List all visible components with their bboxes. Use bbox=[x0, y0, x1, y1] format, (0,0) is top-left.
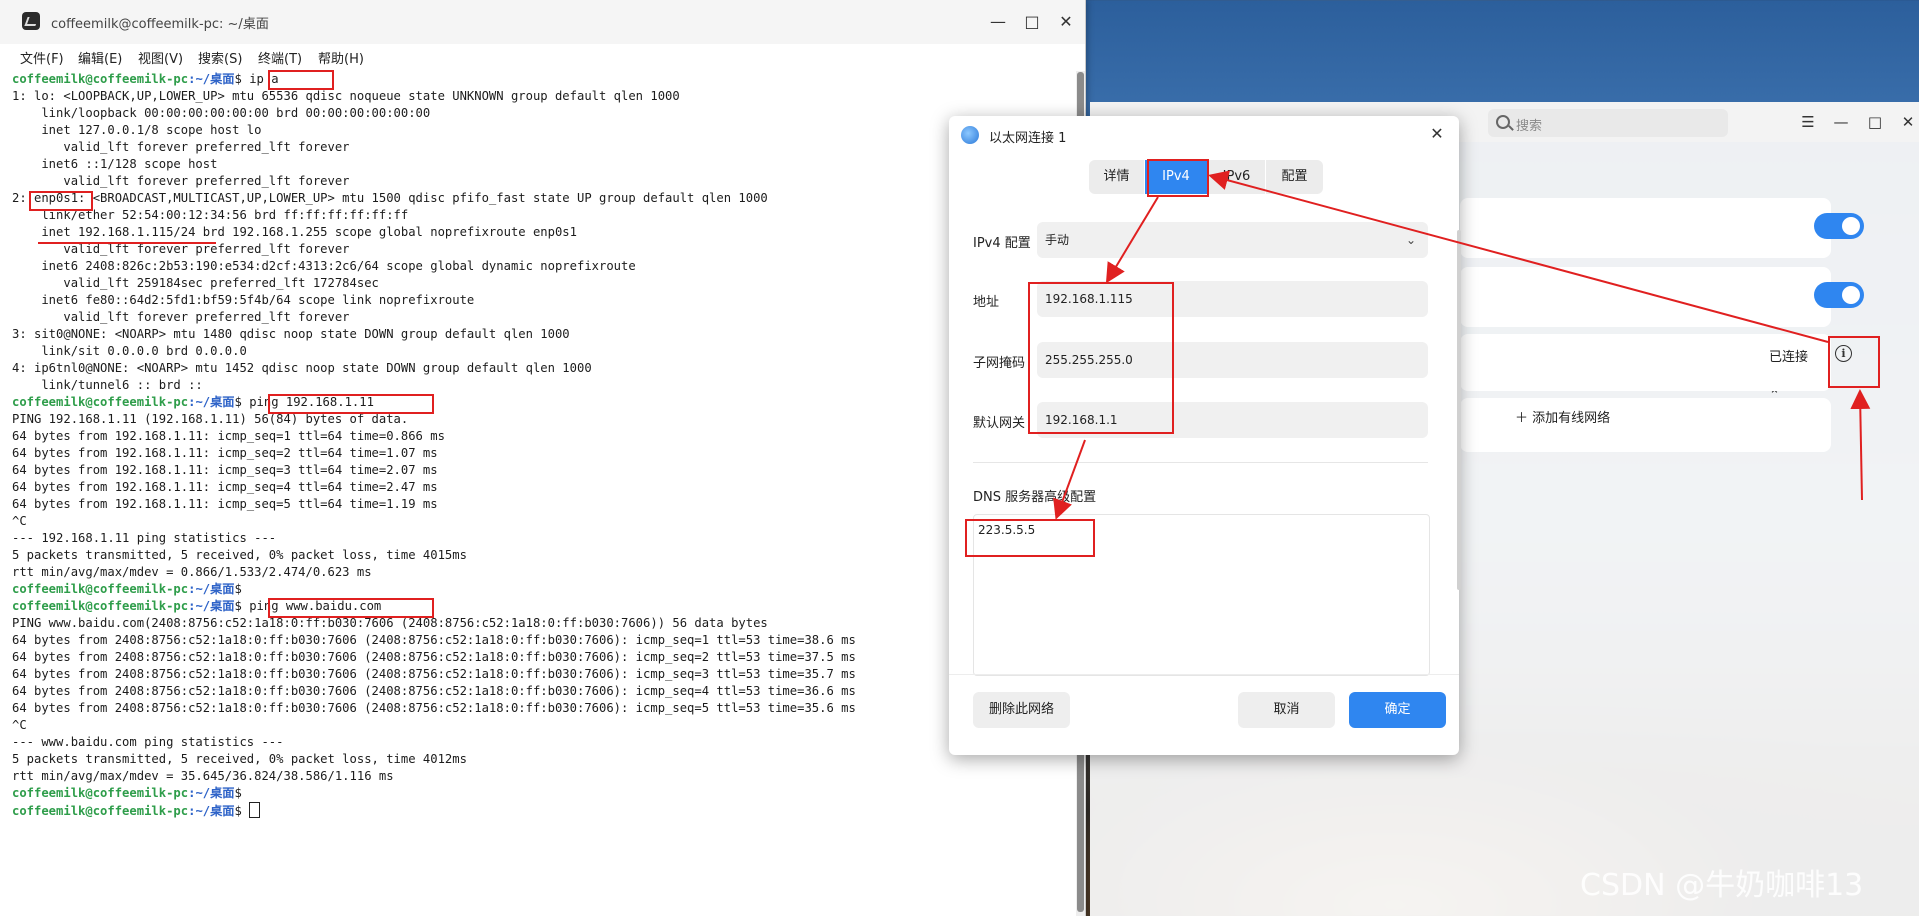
arrow-to-info bbox=[1850, 389, 1871, 501]
arrow-info-to-ipv4 bbox=[1208, 170, 1829, 343]
arrow-fields-to-dns bbox=[1053, 439, 1086, 520]
arrow-ipv4-to-fields bbox=[1105, 196, 1159, 284]
watermark: CSDN @牛奶咖啡13 bbox=[1580, 868, 1864, 903]
annotation-arrows bbox=[1053, 170, 1871, 520]
